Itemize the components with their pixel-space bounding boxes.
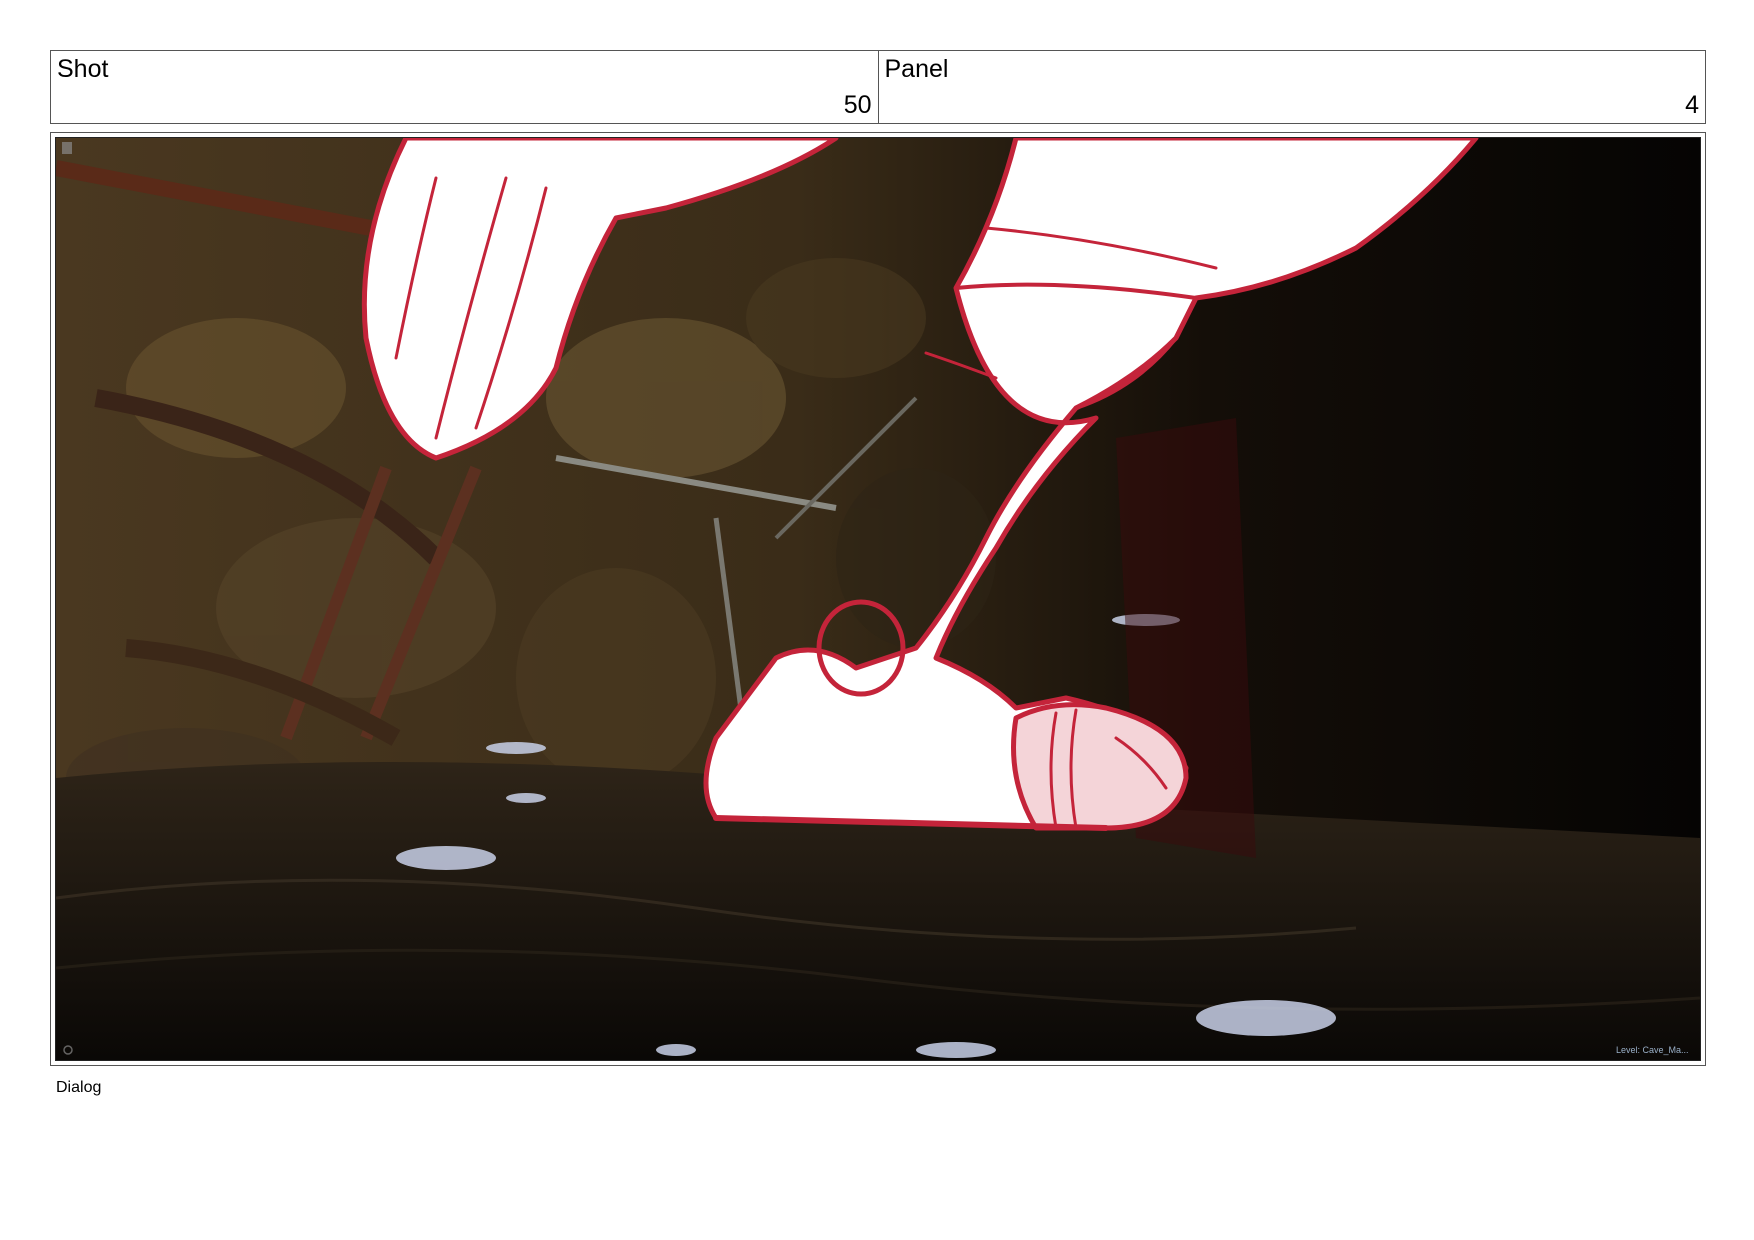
storyboard-image: Level: Cave_Ma... bbox=[55, 137, 1701, 1061]
panel-number: 4 bbox=[1685, 91, 1699, 119]
panel-cell: Panel 4 bbox=[877, 51, 1706, 123]
viewport-level-text: Level: Cave_Ma... bbox=[1616, 1045, 1689, 1055]
storyboard-frame: Level: Cave_Ma... bbox=[50, 132, 1706, 1066]
shot-cell: Shot 50 bbox=[51, 51, 878, 123]
shot-number: 50 bbox=[843, 91, 872, 119]
shot-label: Shot bbox=[57, 55, 109, 83]
viewport-corner-icon bbox=[62, 142, 72, 154]
shot-panel-header: Shot 50 Panel 4 bbox=[50, 50, 1706, 124]
panel-label: Panel bbox=[884, 55, 949, 83]
dialog-label: Dialog bbox=[56, 1079, 102, 1096]
